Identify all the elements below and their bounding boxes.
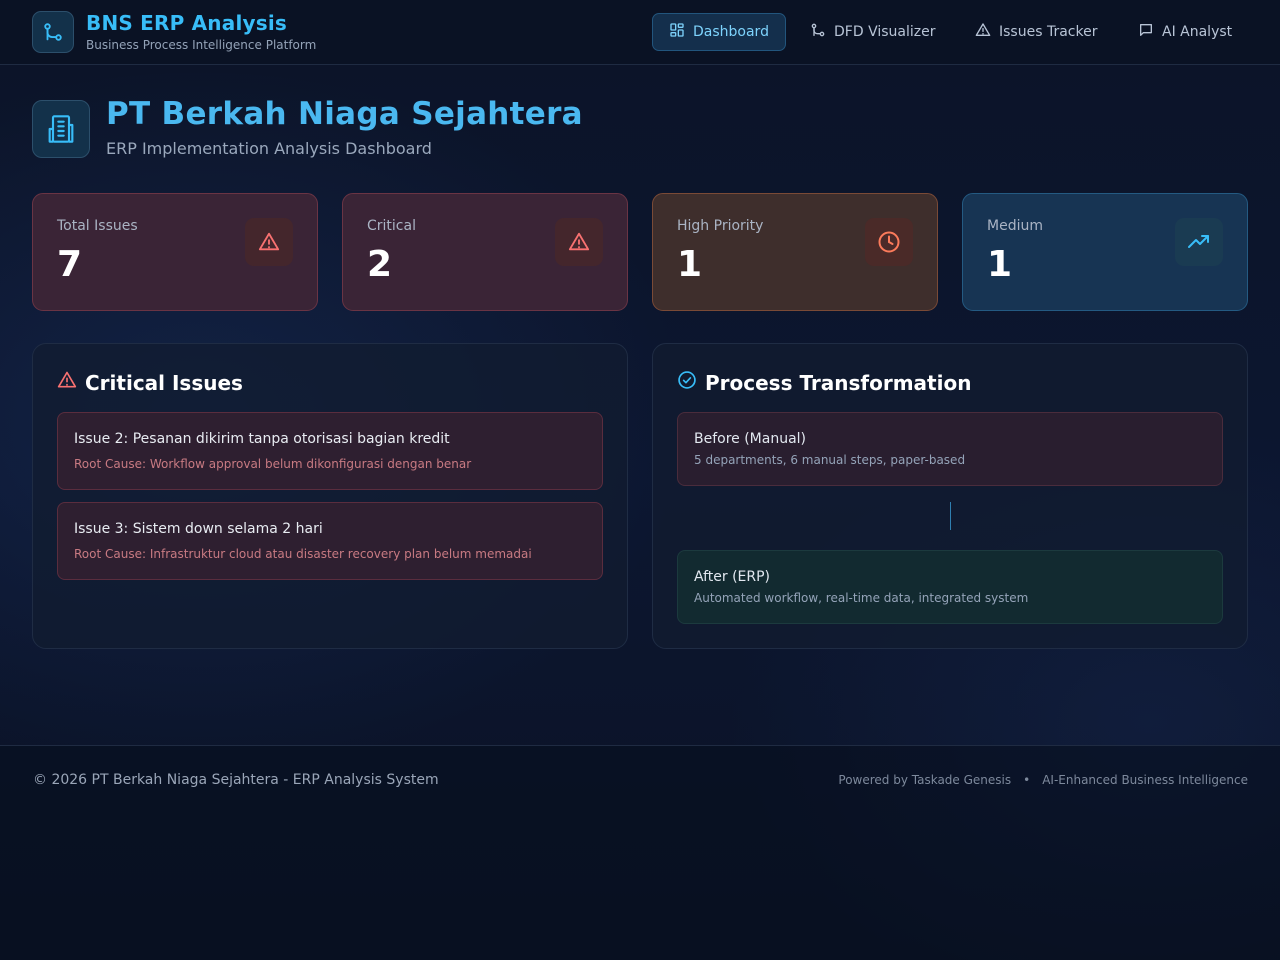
nav-ai-analyst[interactable]: AI Analyst (1122, 13, 1248, 51)
nav-dashboard[interactable]: Dashboard (652, 13, 786, 51)
dashboard-icon (669, 22, 685, 42)
chat-icon (1138, 22, 1154, 42)
git-branch-icon (810, 22, 826, 42)
warning-icon (975, 22, 991, 42)
footer-separator: • (1023, 773, 1031, 787)
flow-connector (950, 502, 951, 530)
stat-card-total-issues[interactable]: Total Issues 7 (32, 193, 318, 311)
issue-card[interactable]: Issue 2: Pesanan dikirim tanpa otorisasi… (57, 412, 603, 490)
panel-heading: Critical Issues (57, 370, 243, 395)
after-step-card: After (ERP) Automated workflow, real-tim… (677, 550, 1223, 624)
clock-icon (865, 218, 913, 266)
stat-card-high-priority[interactable]: High Priority 1 (652, 193, 938, 311)
warning-icon (57, 370, 77, 395)
building-icon (32, 100, 90, 158)
step-description: 5 departments, 6 manual steps, paper-bas… (694, 453, 966, 467)
nav-label: Issues Tracker (999, 24, 1098, 40)
footer-tagline: AI-Enhanced Business Intelligence (1042, 773, 1248, 787)
panel-heading: Process Transformation (677, 370, 971, 395)
warning-icon (555, 218, 603, 266)
stat-value: 1 (677, 244, 703, 285)
trending-up-icon (1175, 218, 1223, 266)
nav-dfd-visualizer[interactable]: DFD Visualizer (794, 13, 951, 51)
step-description: Automated workflow, real-time data, inte… (694, 591, 1029, 605)
nav-issues-tracker[interactable]: Issues Tracker (959, 13, 1113, 51)
dashboard-subtitle: ERP Implementation Analysis Dashboard (106, 139, 432, 158)
stat-value: 2 (367, 244, 393, 285)
nav-label: DFD Visualizer (834, 24, 936, 40)
nav-label: AI Analyst (1162, 24, 1233, 40)
footer-copyright: © 2026 PT Berkah Niaga Sejahtera - ERP A… (33, 772, 439, 788)
footer-powered-by[interactable]: Powered by Taskade Genesis (838, 773, 1011, 787)
app-header: BNS ERP Analysis Business Process Intell… (0, 0, 1280, 65)
step-title: After (ERP) (694, 569, 771, 585)
issue-title: Issue 3: Sistem down selama 2 hari (74, 521, 323, 537)
stat-card-medium[interactable]: Medium 1 (962, 193, 1248, 311)
issue-root-cause: Root Cause: Infrastruktur cloud atau dis… (74, 547, 532, 561)
process-transformation-panel: Process Transformation Before (Manual) 5… (652, 343, 1248, 649)
stat-card-critical[interactable]: Critical 2 (342, 193, 628, 311)
issue-title: Issue 2: Pesanan dikirim tanpa otorisasi… (74, 431, 450, 447)
issue-card[interactable]: Issue 3: Sistem down selama 2 hari Root … (57, 502, 603, 580)
issue-root-cause: Root Cause: Workflow approval belum diko… (74, 457, 472, 471)
footer-credits: Powered by Taskade Genesis • AI-Enhanced… (838, 773, 1248, 787)
page-footer: © 2026 PT Berkah Niaga Sejahtera - ERP A… (0, 745, 1280, 960)
nav-label: Dashboard (693, 24, 769, 40)
main-nav: Dashboard DFD Visualizer Issues Tracker (0, 13, 1280, 51)
panel-title: Process Transformation (705, 370, 972, 395)
before-step-card: Before (Manual) 5 departments, 6 manual … (677, 412, 1223, 486)
step-title: Before (Manual) (694, 431, 807, 447)
critical-issues-panel: Critical Issues Issue 2: Pesanan dikirim… (32, 343, 628, 649)
warning-icon (245, 218, 293, 266)
panel-title: Critical Issues (85, 370, 243, 395)
company-title: PT Berkah Niaga Sejahtera (106, 96, 583, 132)
stat-value: 7 (57, 244, 83, 285)
check-circle-icon (677, 370, 697, 395)
stat-value: 1 (987, 244, 1013, 285)
